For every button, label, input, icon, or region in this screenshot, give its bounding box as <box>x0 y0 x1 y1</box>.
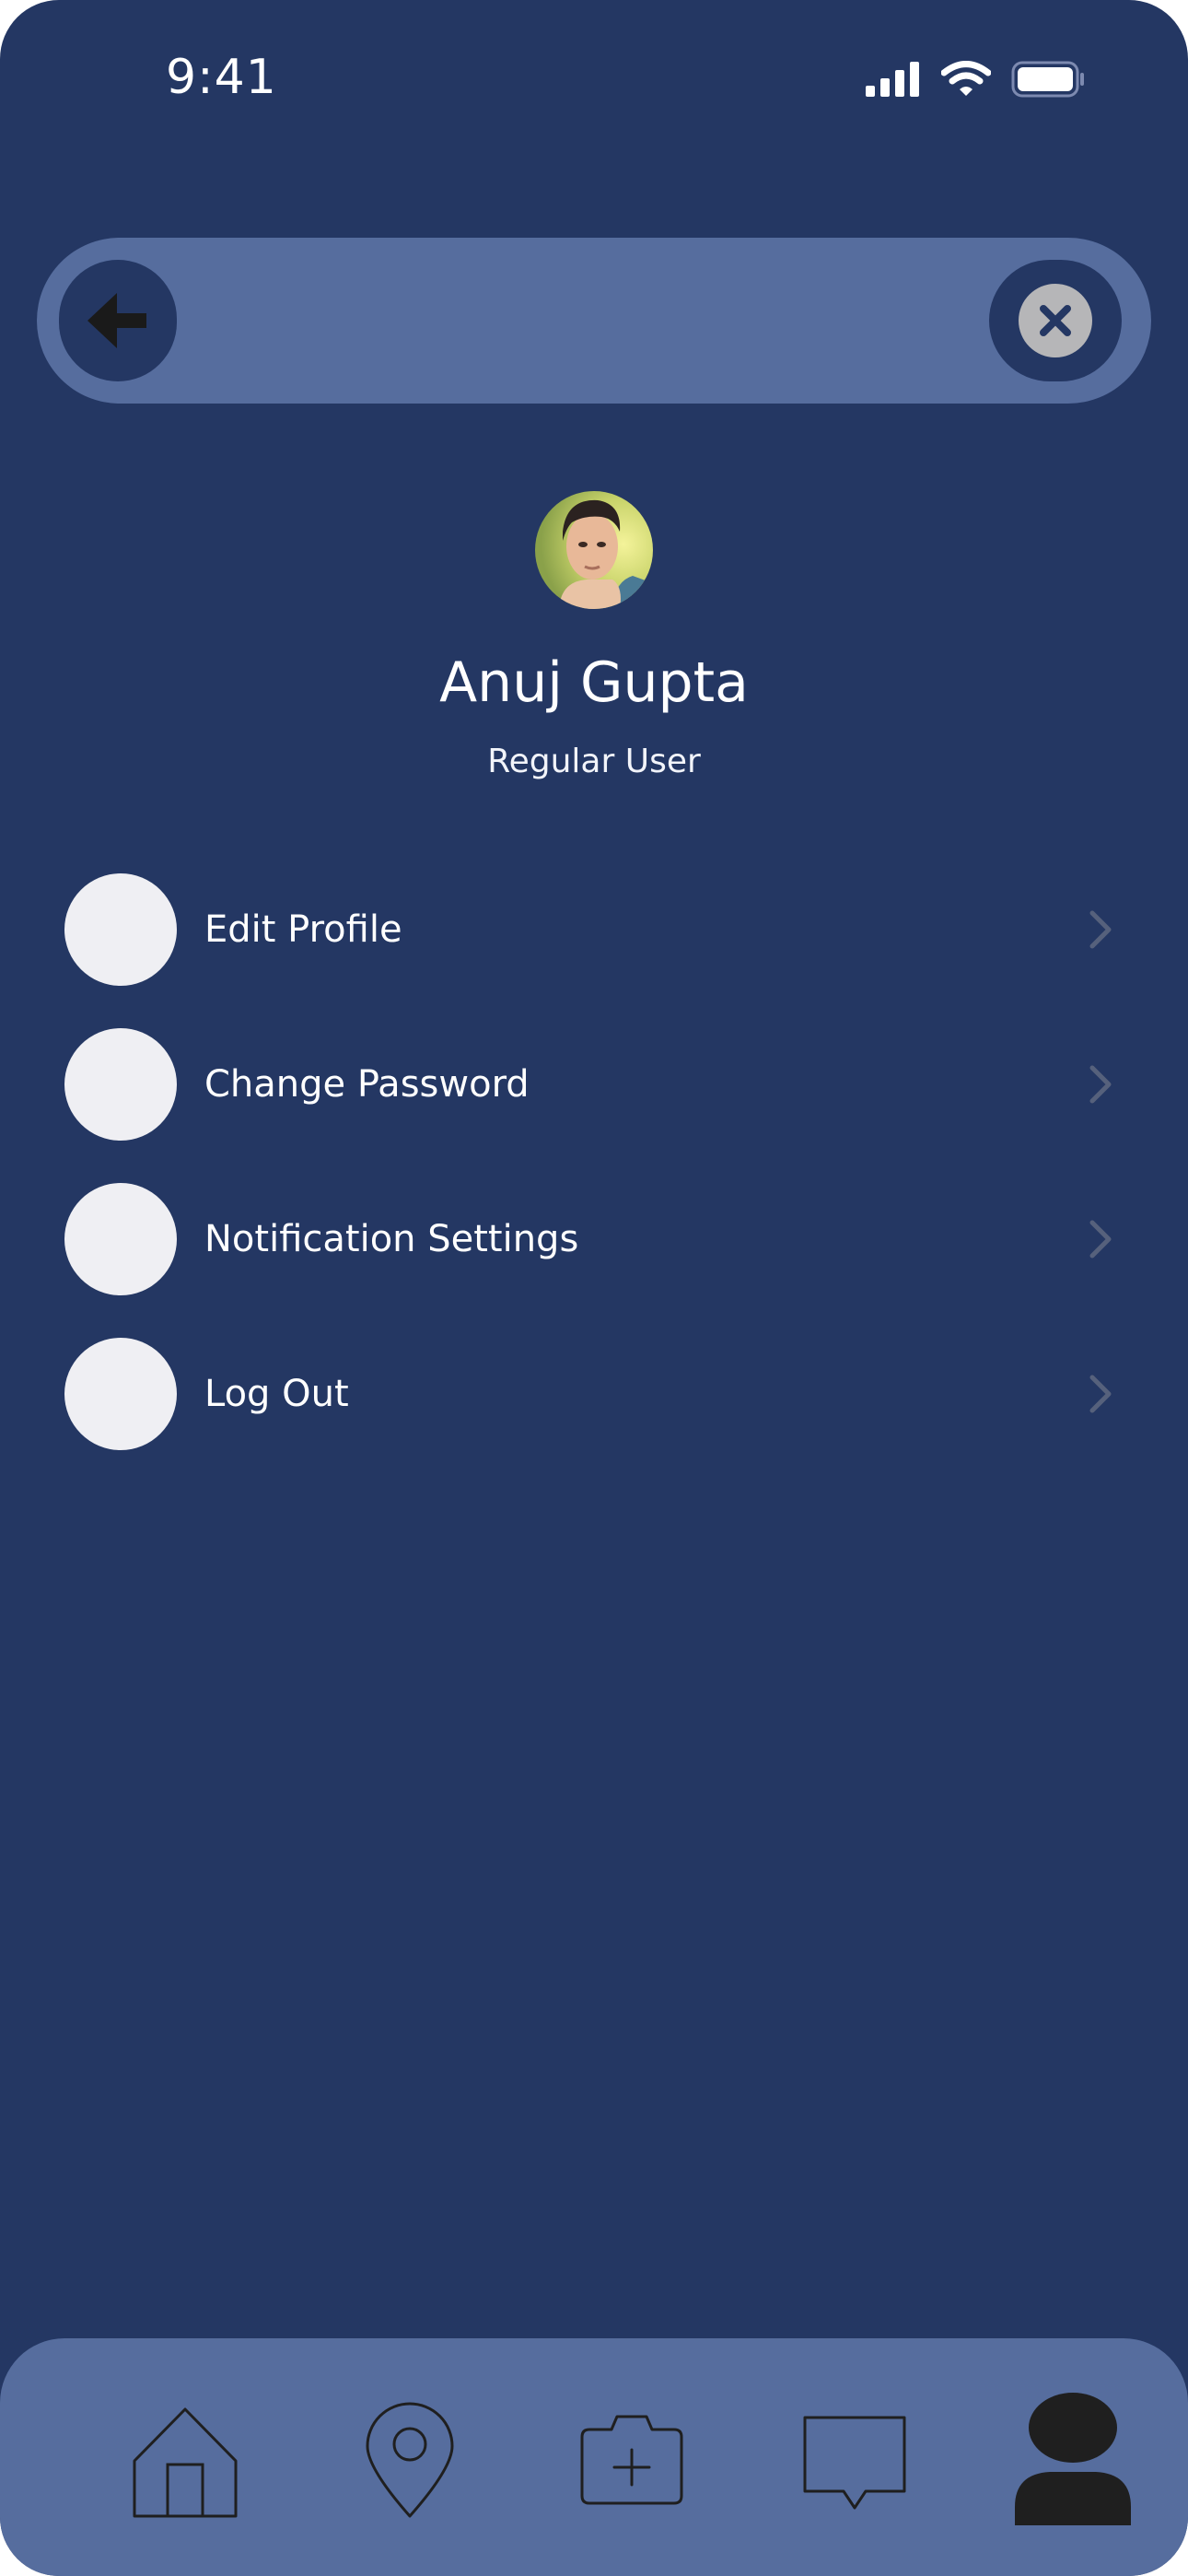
profile-screen: 9:41 Anuj Gupta Regular User Edit Profil… <box>0 0 1188 2576</box>
chevron-right-icon <box>1089 1065 1112 1104</box>
menu-item-label: Notification Settings <box>204 1218 579 1260</box>
chevron-right-icon <box>1089 1220 1112 1259</box>
menu-item-icon-placeholder <box>64 1183 177 1295</box>
status-time: 9:41 <box>166 50 277 105</box>
profile-role: Regular User <box>487 743 701 780</box>
avatar <box>535 491 653 609</box>
menu-item-icon-placeholder <box>64 1338 177 1450</box>
location-pin-icon <box>366 2402 454 2518</box>
menu-item-label: Change Password <box>204 1063 530 1106</box>
profile-icon <box>1015 2393 1131 2525</box>
battery-icon <box>1011 61 1084 98</box>
close-button[interactable] <box>989 260 1122 381</box>
user-photo <box>535 491 653 609</box>
nav-home[interactable] <box>127 2403 243 2523</box>
menu-item-change-password[interactable]: Change Password <box>64 1028 1114 1141</box>
back-button[interactable] <box>59 260 177 381</box>
add-photo-icon <box>580 2415 683 2505</box>
chat-icon <box>803 2416 906 2510</box>
top-search-bar <box>37 238 1151 404</box>
nav-add-photo[interactable] <box>577 2408 687 2510</box>
nav-messages[interactable] <box>799 2412 910 2513</box>
nav-location[interactable] <box>361 2397 459 2523</box>
chevron-right-icon <box>1089 910 1112 949</box>
profile-name: Anuj Gupta <box>439 650 749 715</box>
menu-item-log-out[interactable]: Log Out <box>64 1338 1114 1450</box>
arrow-left-icon <box>87 293 146 348</box>
menu-item-notification-settings[interactable]: Notification Settings <box>64 1183 1114 1295</box>
status-icons <box>866 61 1085 98</box>
home-icon <box>133 2407 238 2518</box>
menu-item-icon-placeholder <box>64 873 177 986</box>
bottom-nav-bar <box>0 2338 1188 2576</box>
menu-item-edit-profile[interactable]: Edit Profile <box>64 873 1114 986</box>
chevron-right-icon <box>1089 1375 1112 1413</box>
close-circle-icon <box>1019 284 1092 357</box>
menu-item-icon-placeholder <box>64 1028 177 1141</box>
menu-item-label: Log Out <box>204 1373 349 1415</box>
menu-item-label: Edit Profile <box>204 908 402 951</box>
signal-icon <box>866 62 919 97</box>
wifi-icon <box>941 61 991 96</box>
nav-profile[interactable] <box>1011 2390 1135 2526</box>
